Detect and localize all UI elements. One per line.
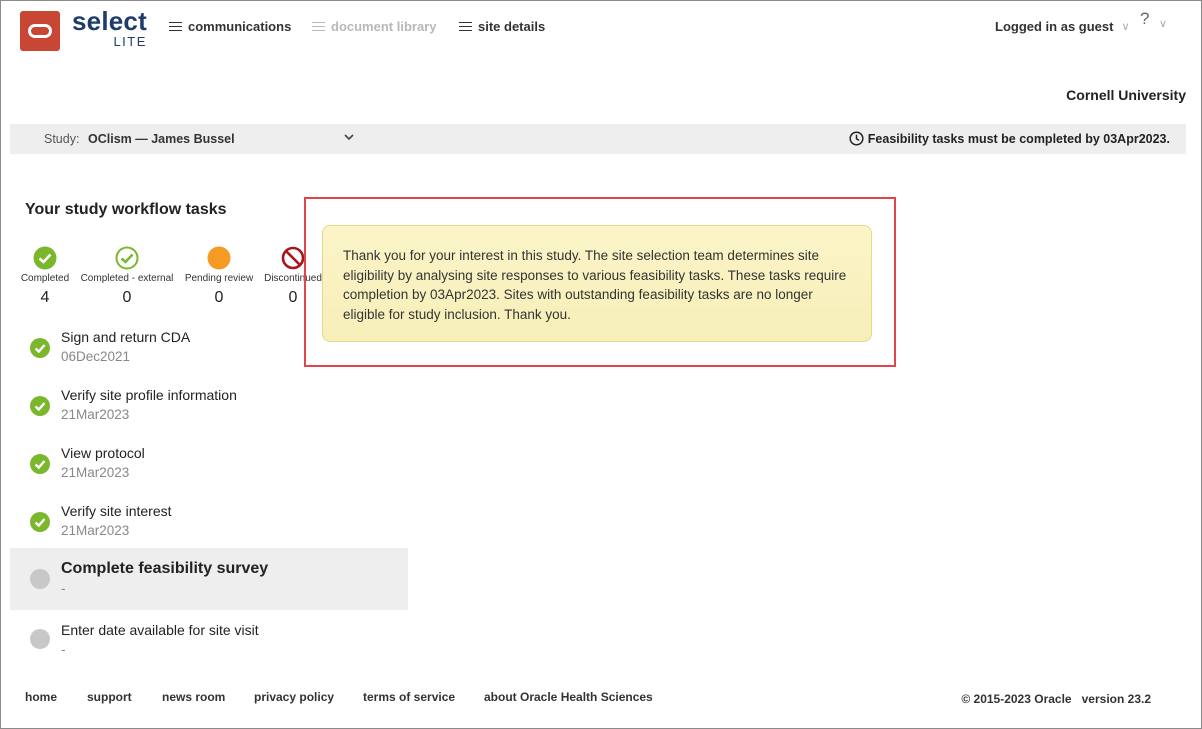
footer-link-privacy-policy[interactable]: privacy policy <box>254 690 334 704</box>
task-date: 21Mar2023 <box>61 407 130 422</box>
clock-icon <box>849 131 864 146</box>
check-filled-icon <box>33 246 57 270</box>
help-icon[interactable]: ? <box>1140 9 1149 29</box>
task-name: Enter date available for site visit <box>61 622 259 638</box>
footer-link-terms-of-service[interactable]: terms of service <box>363 690 455 704</box>
nav-site-details-label: site details <box>478 19 546 34</box>
chevron-down-icon[interactable] <box>342 130 356 144</box>
oracle-ring-icon <box>28 24 52 38</box>
oracle-logo[interactable] <box>20 11 60 51</box>
list-icon <box>169 21 182 32</box>
footer-link-support[interactable]: support <box>87 690 132 704</box>
task-item-active[interactable]: Complete feasibility survey - <box>10 548 408 610</box>
chevron-down-icon[interactable]: ∨ <box>1159 17 1167 30</box>
task-date: - <box>61 642 66 657</box>
check-filled-icon <box>30 512 50 532</box>
task-item[interactable]: Enter date available for site visit - <box>10 619 408 675</box>
section-title: Your study workflow tasks <box>25 201 227 218</box>
footer-copyright: © 2015-2023 Oracle version 23.2 <box>961 692 1151 706</box>
copyright-text: © 2015-2023 Oracle <box>961 692 1072 706</box>
task-item[interactable]: View protocol 21Mar2023 <box>10 442 408 498</box>
task-date: - <box>61 581 66 596</box>
version-text: version 23.2 <box>1081 692 1151 706</box>
user-menu[interactable]: Logged in as guest ∨ <box>995 19 1130 34</box>
nav-document-library-label: document library <box>331 19 437 34</box>
prohibited-icon <box>281 246 305 270</box>
task-date: 21Mar2023 <box>61 523 130 538</box>
task-name: Verify site interest <box>61 503 172 519</box>
check-filled-icon <box>30 454 50 474</box>
footer-link-news-room[interactable]: news room <box>162 690 225 704</box>
brand-name: select <box>72 6 147 36</box>
check-filled-icon <box>30 396 50 416</box>
user-label: Logged in as guest <box>995 19 1114 34</box>
task-name: Complete feasibility survey <box>61 560 269 577</box>
task-name: View protocol <box>61 445 145 461</box>
study-bar: Study: OClism — James Bussel Feasibility… <box>10 124 1186 154</box>
task-item[interactable]: Verify site profile information 21Mar202… <box>10 384 408 440</box>
nav-communications[interactable]: communications <box>169 19 292 34</box>
task-date: 06Dec2021 <box>61 349 131 364</box>
study-label: Study: <box>44 132 80 146</box>
nav-site-details[interactable]: site details <box>459 19 546 34</box>
nav-communications-label: communications <box>188 19 292 34</box>
deadline-notice: Feasibility tasks must be completed by 0… <box>849 131 1170 146</box>
nav-document-library: document library <box>312 19 437 34</box>
institution-name: Cornell University <box>1066 87 1186 103</box>
task-date: 21Mar2023 <box>61 465 130 480</box>
eligibility-message: Thank you for your interest in this stud… <box>322 225 872 342</box>
footer-link-home[interactable]: home <box>25 690 57 704</box>
check-outline-icon <box>115 246 139 270</box>
not-started-dot-icon <box>30 569 50 589</box>
brand[interactable]: select LITE <box>72 8 147 48</box>
deadline-text: Feasibility tasks must be completed by 0… <box>867 131 1170 146</box>
check-filled-icon <box>30 338 50 358</box>
not-started-dot-icon <box>30 629 50 649</box>
chevron-down-icon: ∨ <box>1121 21 1130 33</box>
list-icon <box>312 21 325 32</box>
brand-edition: LITE <box>113 34 147 49</box>
task-name: Verify site profile information <box>61 387 237 403</box>
pending-dot-icon <box>207 246 231 270</box>
study-selector[interactable]: OClism — James Bussel <box>88 132 235 146</box>
task-name: Sign and return CDA <box>61 329 191 345</box>
list-icon <box>459 21 472 32</box>
footer-link-about-oracle[interactable]: about Oracle Health Sciences <box>484 690 653 704</box>
